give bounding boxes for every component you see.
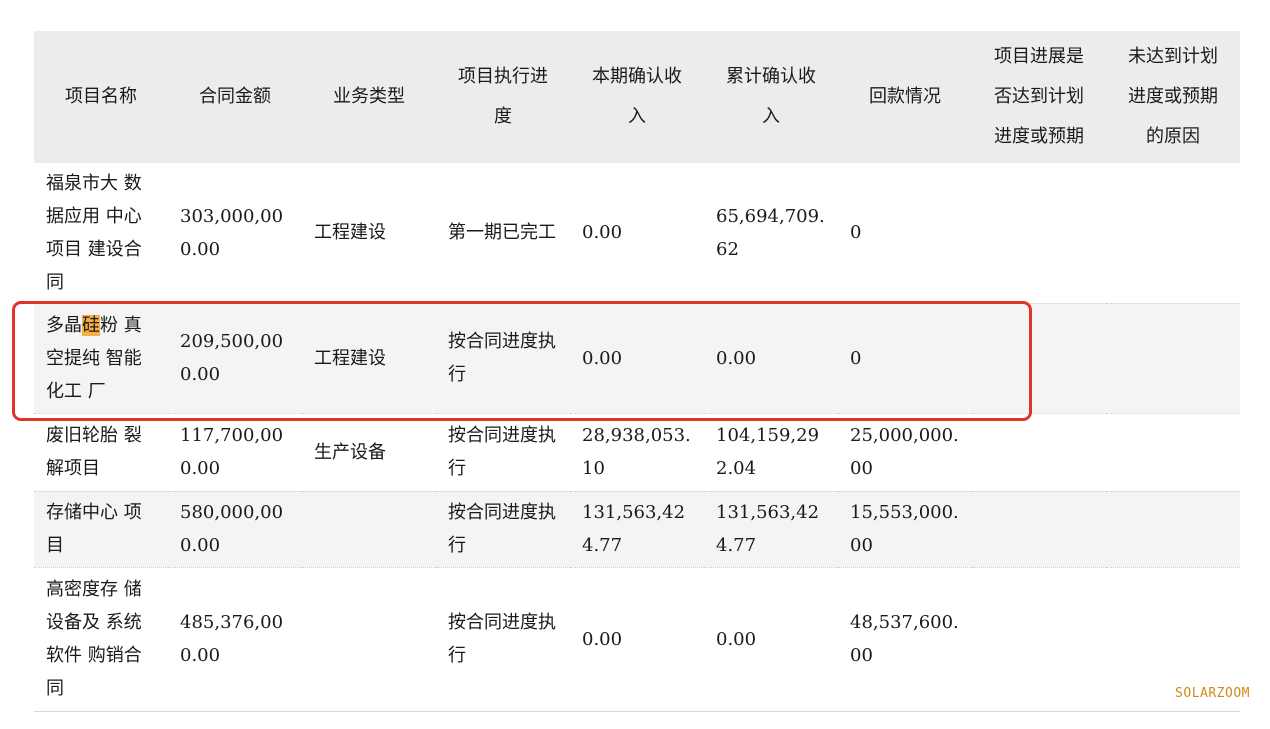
cell-reason: [1106, 491, 1240, 567]
cell-execution-progress: 按合同进度执行: [448, 425, 556, 479]
header-reason: 未达到计划进度或预期的原因: [1128, 46, 1218, 147]
cell-on-track: [972, 163, 1106, 303]
header-project-name: 项目名称: [65, 86, 137, 107]
cell-current-income: 0.00: [582, 347, 623, 369]
cell-project-name: 高密度存 储设备及 系统软件 购销合同: [46, 579, 142, 699]
cell-project-name: 福泉市大 数据应用 中心项目 建设合同: [46, 172, 142, 293]
header-current-income: 本期确认收入: [592, 66, 682, 127]
cell-contract-amount: 303,000,000.00: [180, 205, 284, 260]
cell-current-income: 131,563,424.77: [582, 502, 686, 556]
header-on-track: 项目进展是否达到计划进度或预期: [994, 46, 1084, 147]
cell-contract-amount: 485,376,000.00: [180, 612, 284, 666]
table-header-row: 项目名称 合同金额 业务类型 项目执行进度 本期确认收入 累计确认收入 回款情况…: [34, 31, 1240, 163]
cell-on-track: [972, 303, 1106, 413]
cell-on-track: [972, 567, 1106, 711]
cell-contract-amount: 117,700,000.00: [180, 425, 284, 479]
cell-cumulative-income: 65,694,709.62: [716, 205, 825, 260]
highlighted-character: 硅: [82, 314, 100, 336]
project-name-before: 多晶: [46, 314, 82, 336]
cell-cumulative-income: 0.00: [716, 628, 757, 650]
cell-current-income: 28,938,053.10: [582, 425, 691, 479]
cell-collection: 48,537,600.00: [850, 612, 959, 666]
cell-cumulative-income: 0.00: [716, 347, 757, 369]
cell-cumulative-income: 104,159,292.04: [716, 425, 820, 479]
cell-execution-progress: 按合同进度执行: [448, 331, 556, 385]
table-row: 存储中心 项目 580,000,000.00 按合同进度执行 131,563,4…: [34, 491, 1240, 567]
cell-project-name: 废旧轮胎 裂解项目: [46, 425, 142, 479]
cell-collection: 25,000,000.00: [850, 425, 959, 479]
cell-on-track: [972, 413, 1106, 491]
cell-cumulative-income: 131,563,424.77: [716, 502, 820, 556]
cell-contract-amount: 209,500,000.00: [180, 331, 284, 385]
cell-reason: [1106, 303, 1240, 413]
header-collection: 回款情况: [869, 86, 941, 107]
cell-execution-progress: 按合同进度执行: [448, 612, 556, 666]
contract-table-container: 项目名称 合同金额 业务类型 项目执行进度 本期确认收入 累计确认收入 回款情况…: [34, 31, 1240, 712]
cell-business-type: 工程建设: [314, 222, 386, 244]
header-business-type: 业务类型: [333, 86, 405, 107]
table-row: 福泉市大 数据应用 中心项目 建设合同 303,000,000.00 工程建设 …: [34, 163, 1240, 303]
cell-collection: 0: [850, 222, 862, 244]
cell-business-type: 工程建设: [314, 347, 386, 369]
watermark: SOLARZOOM: [1175, 686, 1250, 701]
contract-table: 项目名称 合同金额 业务类型 项目执行进度 本期确认收入 累计确认收入 回款情况…: [34, 31, 1240, 712]
cell-execution-progress: 按合同进度执行: [448, 502, 556, 556]
header-contract-amount: 合同金额: [199, 86, 271, 107]
cell-current-income: 0.00: [582, 222, 623, 244]
cell-current-income: 0.00: [582, 628, 623, 650]
table-row-highlighted: 多晶硅粉 真空提纯 智能化工 厂 209,500,000.00 工程建设 按合同…: [34, 303, 1240, 413]
cell-reason: [1106, 413, 1240, 491]
cell-on-track: [972, 491, 1106, 567]
cell-business-type: [302, 567, 436, 711]
header-cumulative-income: 累计确认收入: [726, 66, 816, 127]
header-execution-progress: 项目执行进度: [458, 66, 548, 127]
cell-execution-progress: 第一期已完工: [448, 222, 556, 244]
cell-business-type: 生产设备: [314, 441, 386, 463]
cell-collection: 0: [850, 347, 862, 369]
cell-project-name: 存储中心 项目: [46, 502, 142, 556]
cell-business-type: [302, 491, 436, 567]
cell-reason: [1106, 163, 1240, 303]
cell-collection: 15,553,000.00: [850, 502, 959, 556]
table-row: 废旧轮胎 裂解项目 117,700,000.00 生产设备 按合同进度执行 28…: [34, 413, 1240, 491]
cell-contract-amount: 580,000,000.00: [180, 502, 284, 556]
table-row: 高密度存 储设备及 系统软件 购销合同 485,376,000.00 按合同进度…: [34, 567, 1240, 711]
cell-project-name: 多晶硅粉 真空提纯 智能化工 厂: [34, 303, 168, 413]
